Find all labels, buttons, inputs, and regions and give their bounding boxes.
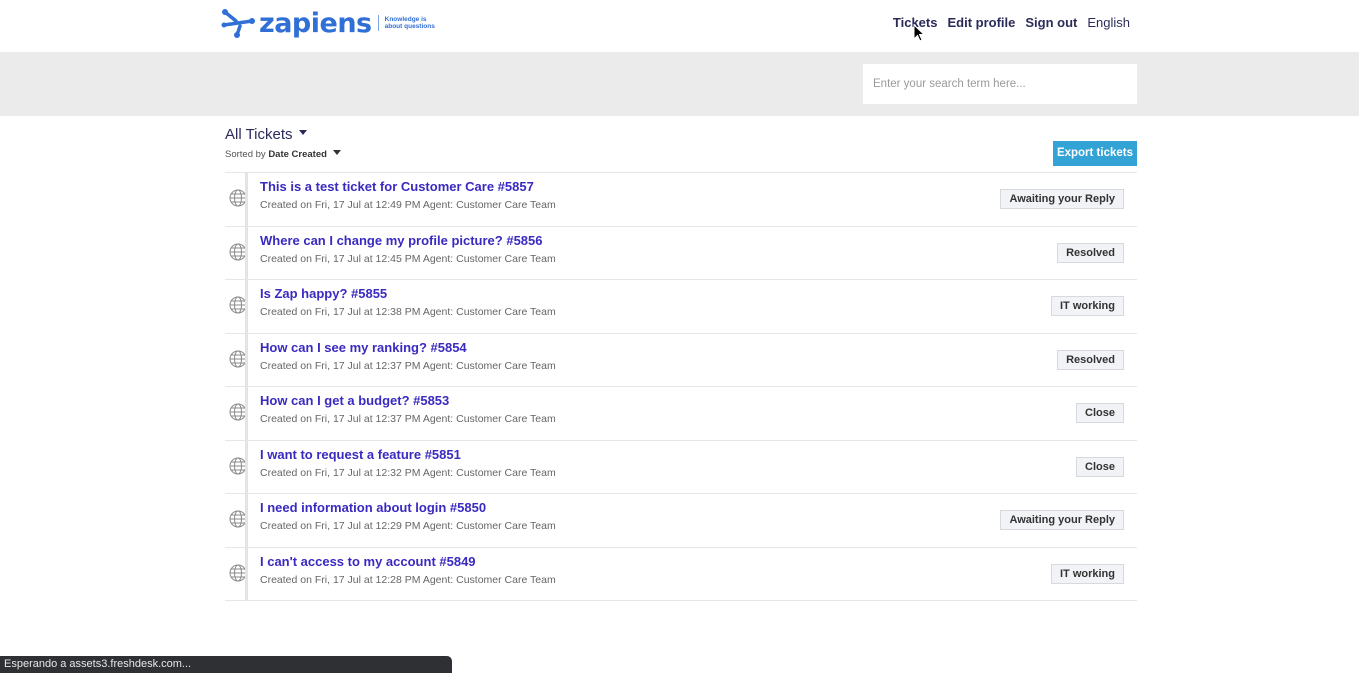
- row-divider: [245, 226, 248, 279]
- ticket-row[interactable]: I need information about login #5850 Cre…: [225, 494, 1137, 548]
- ticket-meta: Created on Fri, 17 Jul at 12:37 PM Agent…: [260, 359, 556, 372]
- row-divider: [245, 280, 248, 333]
- sort-control: Sorted by Date Created: [225, 149, 341, 160]
- mouse-cursor-icon: [913, 24, 925, 42]
- ticket-row[interactable]: I can't access to my account #5849 Creat…: [225, 547, 1137, 601]
- nav-edit-profile-link[interactable]: Edit profile: [947, 15, 1015, 30]
- export-tickets-button[interactable]: Export tickets: [1052, 141, 1137, 166]
- ticket-title-link[interactable]: How can I get a budget? #5853: [260, 393, 449, 408]
- status-badge: Awaiting your Reply: [1000, 510, 1124, 530]
- logo-divider: [377, 15, 379, 31]
- ticket-row[interactable]: I want to request a feature #5851 Create…: [225, 440, 1137, 494]
- row-divider: [245, 494, 248, 547]
- search-input[interactable]: [863, 64, 1137, 104]
- ticket-meta: Created on Fri, 17 Jul at 12:29 PM Agent…: [260, 520, 556, 532]
- ticket-title-link[interactable]: Is Zap happy? #5855: [260, 286, 387, 301]
- caret-down-icon: [298, 130, 307, 135]
- ticket-title-link[interactable]: How can I see my ranking? #5854: [260, 340, 467, 355]
- row-divider: [245, 440, 248, 493]
- status-badge: Resolved: [1057, 242, 1124, 263]
- status-badge: Resolved: [1057, 349, 1124, 370]
- ticket-title-link[interactable]: I want to request a feature #5851: [260, 447, 461, 462]
- ticket-meta: Created on Fri, 17 Jul at 12:37 PM Agent…: [260, 413, 556, 425]
- sort-field-label: Date Created: [268, 149, 327, 160]
- sort-field-dropdown[interactable]: Date Created: [268, 149, 341, 160]
- ticket-meta: Created on Fri, 17 Jul at 12:49 PM Agent…: [260, 199, 556, 211]
- ticket-row[interactable]: How can I see my ranking? #5854 Created …: [225, 333, 1137, 387]
- language-selector[interactable]: English: [1087, 15, 1130, 30]
- ticket-filter-dropdown[interactable]: All Tickets: [225, 126, 307, 143]
- logo-wordmark: zapiens: [259, 7, 372, 39]
- ticket-title-link[interactable]: This is a test ticket for Customer Care …: [260, 179, 534, 194]
- status-badge: Close: [1076, 456, 1124, 477]
- ticket-row[interactable]: Where can I change my profile picture? #…: [225, 226, 1137, 280]
- ticket-title-link[interactable]: I can't access to my account #5849: [260, 554, 476, 569]
- nav-sign-out-link[interactable]: Sign out: [1025, 15, 1077, 30]
- browser-status-bar: Esperando a assets3.freshdesk.com...: [0, 656, 452, 673]
- row-divider: [245, 547, 248, 600]
- ticket-meta: Created on Fri, 17 Jul at 12:38 PM Agent…: [260, 306, 556, 318]
- ticket-filter-label: All Tickets: [225, 126, 293, 143]
- status-badge: Awaiting your Reply: [1000, 189, 1124, 209]
- ticket-meta: Created on Fri, 17 Jul at 12:32 PM Agent…: [260, 466, 556, 479]
- top-nav: Tickets Edit profile Sign out English: [893, 15, 1130, 30]
- ticket-row[interactable]: This is a test ticket for Customer Care …: [225, 173, 1137, 227]
- sorted-by-prefix: Sorted by: [225, 149, 266, 160]
- ticket-row[interactable]: Is Zap happy? #5855 Created on Fri, 17 J…: [225, 280, 1137, 334]
- row-divider: [245, 387, 248, 440]
- row-divider: [245, 173, 248, 226]
- search-band: [0, 52, 1359, 116]
- ticket-meta: Created on Fri, 17 Jul at 12:45 PM Agent…: [260, 252, 556, 265]
- status-badge: IT working: [1051, 296, 1124, 316]
- caret-down-icon: [332, 150, 341, 155]
- ticket-title-link[interactable]: Where can I change my profile picture? #…: [260, 233, 542, 248]
- ticket-title-link[interactable]: I need information about login #5850: [260, 500, 486, 515]
- row-divider: [245, 333, 248, 386]
- ticket-row[interactable]: How can I get a budget? #5853 Created on…: [225, 387, 1137, 441]
- logo-tagline: Knowledge is about questions: [384, 16, 435, 30]
- ticket-meta: Created on Fri, 17 Jul at 12:28 PM Agent…: [260, 573, 556, 586]
- status-badge: IT working: [1051, 563, 1124, 584]
- ticket-list: This is a test ticket for Customer Care …: [225, 172, 1137, 601]
- status-badge: Close: [1076, 403, 1124, 423]
- zapiens-logo[interactable]: zapiens Knowledge is about questions: [221, 7, 437, 39]
- zapiens-logo-icon: [221, 9, 255, 38]
- top-header: zapiens Knowledge is about questions Tic…: [0, 0, 1359, 52]
